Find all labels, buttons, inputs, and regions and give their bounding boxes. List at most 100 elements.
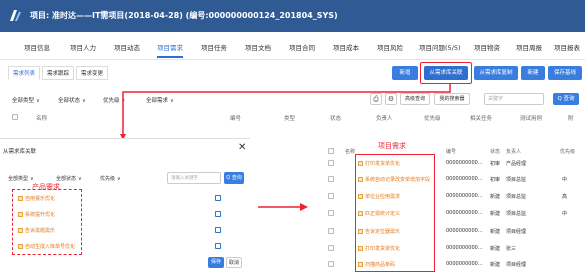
right-col-owner: 负责人 [506,149,522,155]
row-owner: 项目总监 [506,194,527,200]
folder-icon [358,177,363,182]
right-select-all-checkbox[interactable] [328,148,334,154]
folder-icon [18,244,23,249]
tab-requirement-change[interactable]: 需求变更 [76,66,109,80]
save-baseline-button[interactable]: 保存基线 [548,66,582,80]
folder-icon [358,262,363,267]
nav-item-weekly[interactable]: 项目周报 [516,42,542,52]
item-checkbox[interactable] [215,195,221,201]
nav-item-people[interactable]: 项目人力 [70,42,96,52]
chevron-down-icon: ∨ [36,98,40,104]
highlight-box [420,62,472,84]
row-name[interactable]: 单位业应用需求 [358,193,400,200]
right-col-priority: 优先级 [560,149,576,155]
dialog-item[interactable]: 告诉需题需乐 [18,227,55,234]
row-name[interactable]: 打印发货单优化 [358,245,400,252]
right-col-code: 编号 [446,149,457,155]
window-title: 项目: 准时达——IT需项目(2018-04-28) (编号:000000000… [30,11,338,20]
title-bar: 项目: 准时达——IT需项目(2018-04-28) (编号:000000000… [0,0,585,32]
dialog-item[interactable]: 系统提升优化 [18,211,55,218]
nav-item-news[interactable]: 项目动态 [114,42,140,52]
col-related-tasks: 相关任务 [470,116,493,122]
row-checkbox[interactable] [328,228,334,234]
tab-requirement-tracking[interactable]: 需求跟踪 [42,66,75,80]
row-checkbox[interactable] [328,210,334,216]
row-status: 新建 [490,229,501,235]
row-priority: 高 [562,194,568,200]
dialog-item[interactable]: 自用报乐优化 [18,195,55,202]
row-status: 新建 [490,246,501,252]
arrow-right-icon [258,203,308,211]
nav-item-reports[interactable]: 项目报表 [554,42,580,52]
row-code: 0000000000... [446,210,483,216]
folder-icon [358,211,363,216]
row-status: 新建 [490,211,501,217]
row-name[interactable]: 系统自动记录改变单增加字段 [358,176,430,183]
row-status: 新建 [490,262,501,268]
dialog-cancel-button[interactable]: 取消 [226,257,242,268]
row-code: 0000000000... [446,261,483,267]
folder-icon [358,161,363,166]
row-name[interactable]: 告诉定位器需乐 [358,228,400,235]
row-checkbox[interactable] [328,193,334,199]
row-name[interactable]: 匹正需统计定义 [358,210,400,217]
nav-item-materials[interactable]: 项目物资 [474,42,500,52]
dialog-search-input[interactable]: 请输入关键字 [167,172,221,184]
filter-type[interactable]: 全部类型 ∨ [12,96,40,104]
filter-status[interactable]: 全部状态 ∨ [58,96,86,104]
copy-from-library-button[interactable]: 从需求库复制 [474,66,518,80]
dialog-item[interactable]: 自动生成入库单号优化 [18,243,75,250]
row-owner: 项目总监 [506,211,527,217]
nav-item-info[interactable]: 项目信息 [24,42,50,52]
row-priority: 中 [562,177,568,183]
row-code: 0000000000... [446,193,483,199]
dialog-filter-type[interactable]: 全部类型 ∨ [8,175,34,182]
tab-requirement-list[interactable]: 需求列表 [8,66,41,80]
item-checkbox[interactable] [215,211,221,217]
nav-item-docs[interactable]: 项目文档 [245,42,271,52]
nav-item-risk[interactable]: 项目风险 [377,42,403,52]
search-button[interactable]: Q 查询 [553,93,579,105]
chevron-down-icon: ∨ [117,176,121,182]
row-checkbox[interactable] [328,160,334,166]
row-owner: 项目经理 [506,229,527,235]
folder-icon [18,228,23,233]
row-name[interactable]: 打印发货单优化 [358,160,400,167]
nav-item-cost[interactable]: 项目成本 [333,42,359,52]
row-checkbox[interactable] [328,245,334,251]
item-checkbox[interactable] [215,243,221,249]
nav-item-contracts[interactable]: 项目合同 [289,42,315,52]
folder-icon [358,194,363,199]
row-status: 新建 [490,194,501,200]
folder-icon [18,212,23,217]
row-checkbox[interactable] [328,176,334,182]
col-attachment: 附 [568,116,574,122]
row-status: 初审 [490,177,501,183]
link-from-library-dialog: 从需求库关联 ✕ 全部类型 ∨ 全部状态 ∨ 优先级 ∨ 请输入关键字 Q 查询 产品… [0,138,250,278]
folder-icon [18,196,23,201]
new-small-button[interactable]: 新增 [392,66,418,80]
dialog-filter-priority[interactable]: 优先级 ∨ [100,175,121,182]
item-checkbox[interactable] [215,227,221,233]
folder-icon [358,246,363,251]
project-nav: 项目信息 项目人力 项目动态 项目需求 项目任务 项目文档 项目合同 项目成本 … [0,32,585,60]
row-owner: 产品经理 [506,161,527,167]
row-checkbox[interactable] [328,261,334,267]
row-status: 初审 [490,161,501,167]
new-button[interactable]: 新建 [521,66,545,80]
keyword-input[interactable]: 关键字 [484,93,544,105]
dialog-search-button[interactable]: Q 查询 [224,172,244,184]
col-test-cases: 测试用例 [520,116,543,122]
dialog-filter-status[interactable]: 全部状态 ∨ [56,175,82,182]
nav-item-tasks[interactable]: 项目任务 [201,42,227,52]
dialog-title: 从需求库关联 [3,149,37,155]
right-col-status: 状态 [490,149,501,155]
nav-item-issues[interactable]: 项目问题(5/5) [419,42,461,52]
row-name[interactable]: 扫描商品条码 [358,261,395,268]
nav-item-requirements[interactable]: 项目需求 [157,42,183,58]
project-requirement-label: 项目需求 [378,142,406,150]
close-icon[interactable]: ✕ [238,142,246,153]
dialog-save-button[interactable]: 保存 [208,257,224,268]
col-name: 名称 [36,116,48,122]
select-all-checkbox[interactable] [12,114,18,120]
